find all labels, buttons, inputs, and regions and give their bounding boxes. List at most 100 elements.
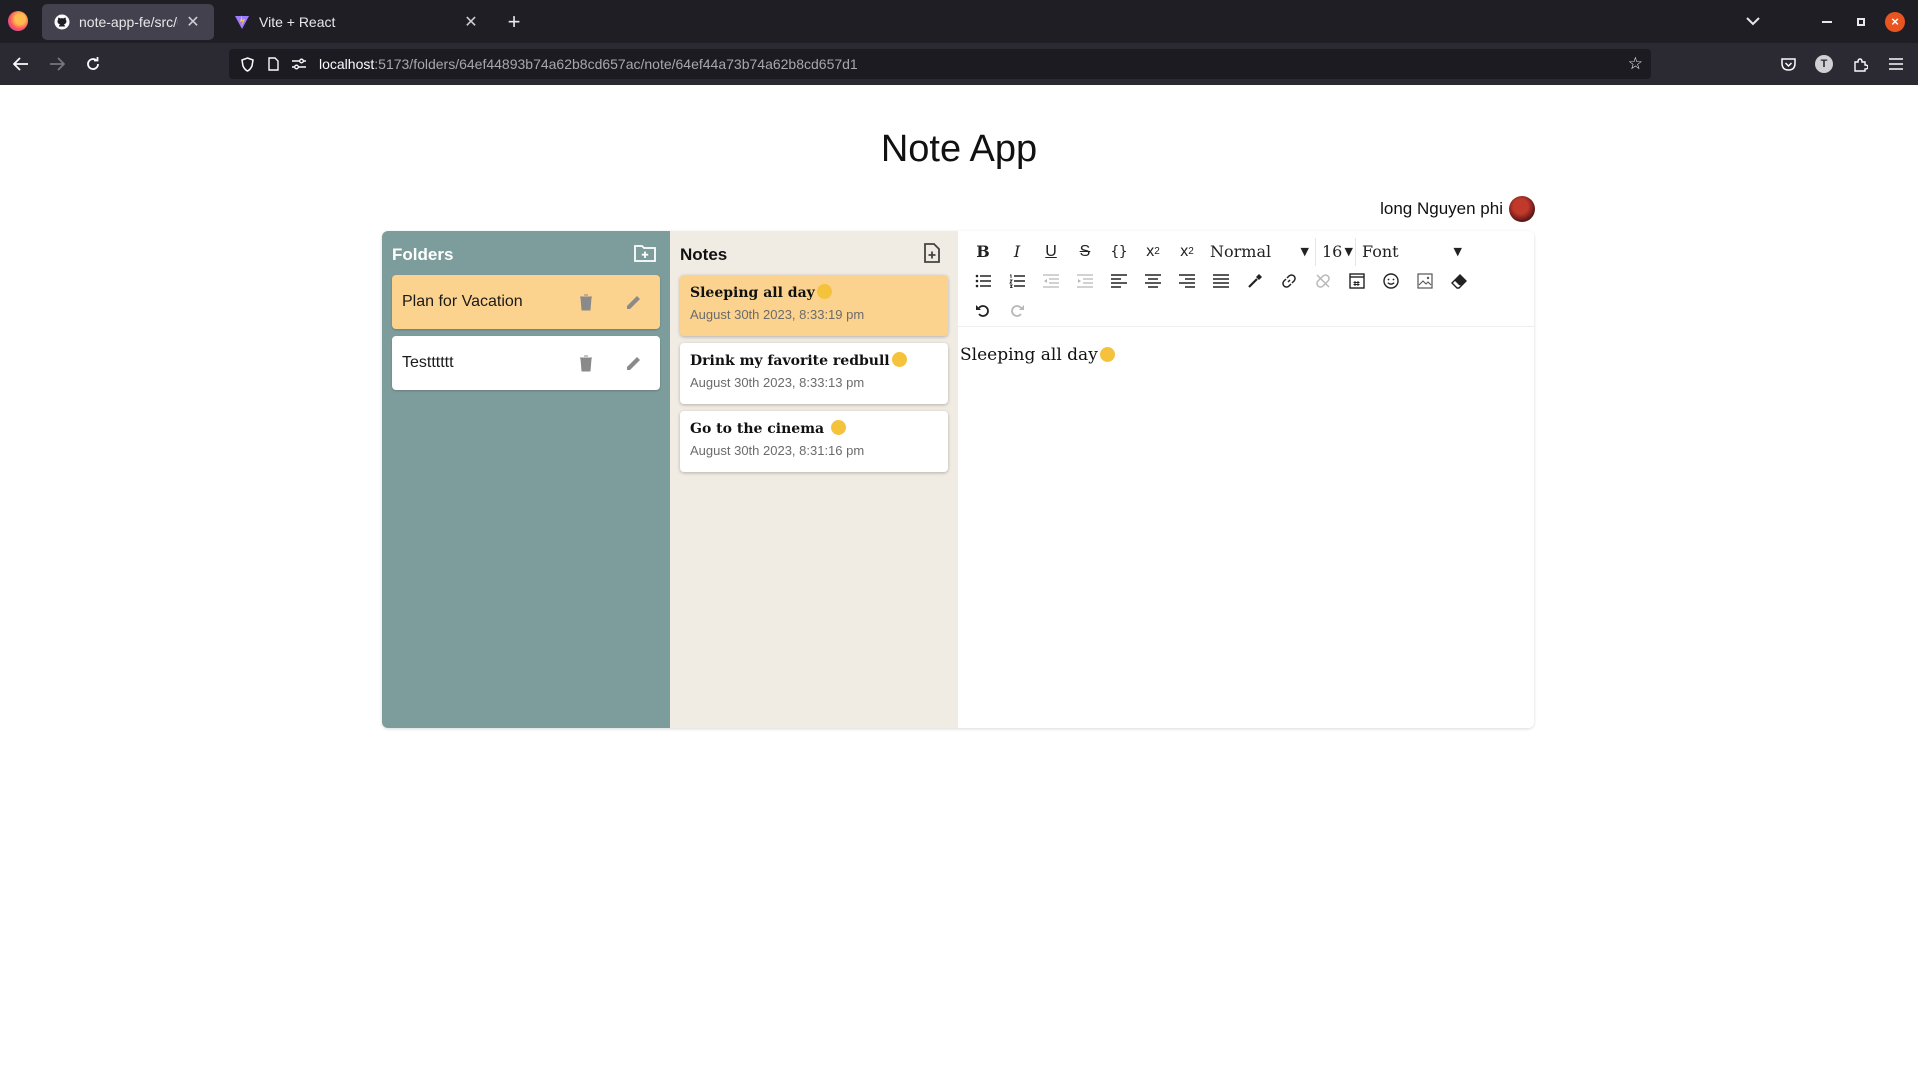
link-button[interactable] xyxy=(1272,267,1306,295)
edit-folder-button[interactable] xyxy=(618,286,650,318)
close-tab-icon[interactable]: ✕ xyxy=(184,13,202,31)
note-app-container: Folders Plan for Vacation Testttttt Note… xyxy=(382,231,1534,728)
url-bar[interactable]: localhost:5173/folders/64ef44893b74a62b8… xyxy=(229,49,1651,79)
redo-button[interactable] xyxy=(1000,296,1034,324)
italic-button[interactable]: I xyxy=(1000,238,1034,266)
folder-list-panel: Folders Plan for Vacation Testttttt xyxy=(382,231,670,728)
remove-formatting-button[interactable] xyxy=(1442,267,1476,295)
url-host: localhost xyxy=(319,56,375,72)
browser-tab-vite[interactable]: Vite + React ✕ xyxy=(222,4,492,40)
close-tab-icon[interactable]: ✕ xyxy=(462,13,480,31)
firefox-icon[interactable] xyxy=(8,11,28,31)
outdent-icon xyxy=(1043,273,1059,288)
folder-name: Plan for Vacation xyxy=(402,293,523,310)
unordered-list-button[interactable] xyxy=(966,267,1000,295)
avatar[interactable] xyxy=(1509,196,1535,222)
note-item-drink-redbull[interactable]: Drink my favorite redbull August 30th 20… xyxy=(680,343,948,404)
font-family-select[interactable]: Font ▼ xyxy=(1356,238,1468,266)
font-family-value: Font xyxy=(1362,242,1399,261)
note-editor: B I U S {} x2 x2 Normal ▼ 16 ▼ Font ▼ Sl… xyxy=(958,231,1534,728)
forward-button[interactable] xyxy=(44,51,70,77)
embed-button[interactable] xyxy=(1340,267,1374,295)
close-icon: × xyxy=(1885,11,1905,32)
folders-heading: Folders xyxy=(392,245,454,264)
editor-content[interactable]: Sleeping all day xyxy=(958,327,1534,383)
align-center-button[interactable] xyxy=(1136,267,1170,295)
unlink-button[interactable] xyxy=(1306,267,1340,295)
bold-button[interactable]: B xyxy=(966,238,1000,266)
notes-header: Notes xyxy=(680,241,948,269)
align-justify-button[interactable] xyxy=(1204,267,1238,295)
note-list-panel: Notes Sleeping all day August 30th 2023,… xyxy=(670,231,958,728)
strikethrough-button[interactable]: S xyxy=(1068,238,1102,266)
pencil-icon xyxy=(627,357,640,370)
back-button[interactable] xyxy=(8,51,34,77)
pocket-icon[interactable] xyxy=(1776,51,1800,77)
subscript-button[interactable]: x2 xyxy=(1170,238,1204,266)
note-date: August 30th 2023, 8:33:13 pm xyxy=(690,375,865,390)
edit-folder-button[interactable] xyxy=(618,347,650,379)
bullet-list-icon xyxy=(975,274,991,287)
note-date: August 30th 2023, 8:33:19 pm xyxy=(690,307,865,322)
outdent-button[interactable] xyxy=(1034,267,1068,295)
folder-item-plan-for-vacation[interactable]: Plan for Vacation xyxy=(392,275,660,329)
align-justify-icon xyxy=(1213,273,1229,288)
indent-button[interactable] xyxy=(1068,267,1102,295)
delete-folder-button[interactable] xyxy=(570,286,602,318)
shield-icon[interactable] xyxy=(239,56,255,72)
tab-title: note-app-fe/src/utils/note xyxy=(79,14,178,30)
delete-folder-button[interactable] xyxy=(570,347,602,379)
editor-toolbar: B I U S {} x2 x2 Normal ▼ 16 ▼ Font ▼ xyxy=(958,231,1534,327)
block-type-select[interactable]: Normal ▼ xyxy=(1204,237,1316,266)
unlink-icon xyxy=(1316,273,1330,288)
font-size-value: 16 xyxy=(1322,242,1343,261)
browser-tab-github[interactable]: note-app-fe/src/utils/note ✕ xyxy=(42,4,214,40)
embed-icon xyxy=(1349,272,1365,289)
caret-down-icon: ▼ xyxy=(1300,245,1309,258)
extensions-puzzle-icon[interactable] xyxy=(1848,51,1872,77)
caret-down-icon: ▼ xyxy=(1344,245,1353,258)
reload-button[interactable] xyxy=(80,51,106,77)
add-note-button[interactable] xyxy=(924,242,940,268)
add-folder-button[interactable] xyxy=(634,244,656,267)
align-right-icon xyxy=(1179,273,1195,288)
note-date: August 30th 2023, 8:31:16 pm xyxy=(690,443,865,458)
tab-list-chevron-icon[interactable] xyxy=(1736,0,1770,43)
undo-icon xyxy=(976,304,989,317)
maximize-button[interactable] xyxy=(1844,0,1878,43)
eraser-icon xyxy=(1451,273,1467,289)
undo-button[interactable] xyxy=(966,296,1000,324)
folders-header: Folders xyxy=(392,241,660,269)
color-picker-button[interactable] xyxy=(1238,267,1272,295)
superscript-button[interactable]: x2 xyxy=(1136,238,1170,266)
note-title: Go to the cinema xyxy=(690,420,938,437)
note-item-go-to-cinema[interactable]: Go to the cinema August 30th 2023, 8:31:… xyxy=(680,411,948,472)
arrow-right-icon xyxy=(50,57,65,71)
user-menu[interactable]: long Nguyen phi xyxy=(1380,196,1535,222)
underline-button[interactable]: U xyxy=(1034,238,1068,266)
code-button[interactable]: {} xyxy=(1102,238,1136,266)
menu-hamburger-icon[interactable] xyxy=(1884,51,1908,77)
smiley-icon xyxy=(1383,272,1399,289)
page-icon[interactable] xyxy=(265,56,281,72)
font-size-select[interactable]: 16 ▼ xyxy=(1316,237,1356,266)
align-center-icon xyxy=(1145,273,1161,288)
account-avatar-icon[interactable]: T xyxy=(1812,51,1836,77)
align-right-button[interactable] xyxy=(1170,267,1204,295)
ordered-list-button[interactable] xyxy=(1000,267,1034,295)
permissions-icon[interactable] xyxy=(291,56,307,72)
folder-item-testttttt[interactable]: Testttttt xyxy=(392,336,660,390)
align-left-button[interactable] xyxy=(1102,267,1136,295)
image-button[interactable] xyxy=(1408,267,1442,295)
page-title: Note App xyxy=(880,128,1038,170)
close-window-button[interactable]: × xyxy=(1878,0,1912,43)
emoji-button[interactable] xyxy=(1374,267,1408,295)
new-tab-button[interactable]: + xyxy=(500,8,528,36)
editor-text: Sleeping all day xyxy=(960,345,1098,365)
note-item-sleeping-all-day[interactable]: Sleeping all day August 30th 2023, 8:33:… xyxy=(680,275,948,336)
bookmark-star-icon[interactable]: ☆ xyxy=(1628,55,1643,73)
notes-heading: Notes xyxy=(680,245,728,264)
minimize-button[interactable] xyxy=(1810,0,1844,43)
emoji-icon xyxy=(891,352,907,367)
note-add-icon xyxy=(924,242,940,263)
